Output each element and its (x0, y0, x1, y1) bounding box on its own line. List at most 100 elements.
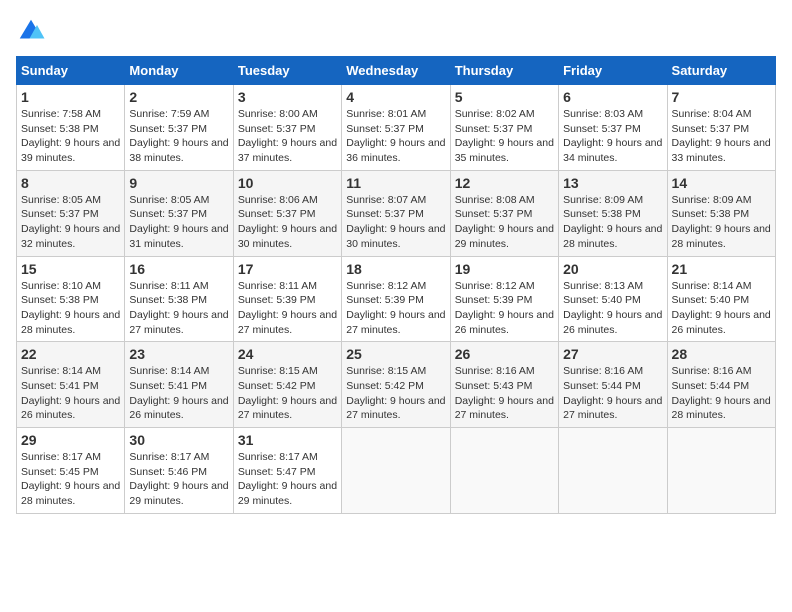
calendar-cell: 27 Sunrise: 8:16 AM Sunset: 5:44 PM Dayl… (559, 342, 667, 428)
day-number: 7 (672, 89, 771, 105)
logo (16, 16, 50, 46)
calendar-cell (559, 428, 667, 514)
column-header-wednesday: Wednesday (342, 57, 450, 85)
calendar-cell: 24 Sunrise: 8:15 AM Sunset: 5:42 PM Dayl… (233, 342, 341, 428)
day-number: 13 (563, 175, 662, 191)
calendar-cell: 11 Sunrise: 8:07 AM Sunset: 5:37 PM Dayl… (342, 170, 450, 256)
day-number: 14 (672, 175, 771, 191)
calendar-cell: 2 Sunrise: 7:59 AM Sunset: 5:37 PM Dayli… (125, 85, 233, 171)
calendar-cell: 28 Sunrise: 8:16 AM Sunset: 5:44 PM Dayl… (667, 342, 775, 428)
calendar: SundayMondayTuesdayWednesdayThursdayFrid… (16, 56, 776, 514)
day-number: 16 (129, 261, 228, 277)
calendar-cell: 19 Sunrise: 8:12 AM Sunset: 5:39 PM Dayl… (450, 256, 558, 342)
calendar-cell: 1 Sunrise: 7:58 AM Sunset: 5:38 PM Dayli… (17, 85, 125, 171)
day-info: Sunrise: 8:04 AM Sunset: 5:37 PM Dayligh… (672, 107, 771, 166)
day-info: Sunrise: 8:09 AM Sunset: 5:38 PM Dayligh… (672, 193, 771, 252)
day-number: 18 (346, 261, 445, 277)
day-info: Sunrise: 8:11 AM Sunset: 5:38 PM Dayligh… (129, 279, 228, 338)
calendar-cell: 25 Sunrise: 8:15 AM Sunset: 5:42 PM Dayl… (342, 342, 450, 428)
column-header-friday: Friday (559, 57, 667, 85)
day-info: Sunrise: 8:05 AM Sunset: 5:37 PM Dayligh… (21, 193, 120, 252)
day-number: 6 (563, 89, 662, 105)
calendar-cell: 23 Sunrise: 8:14 AM Sunset: 5:41 PM Dayl… (125, 342, 233, 428)
day-number: 26 (455, 346, 554, 362)
day-info: Sunrise: 8:05 AM Sunset: 5:37 PM Dayligh… (129, 193, 228, 252)
day-number: 3 (238, 89, 337, 105)
day-number: 5 (455, 89, 554, 105)
day-number: 24 (238, 346, 337, 362)
day-number: 31 (238, 432, 337, 448)
calendar-cell: 30 Sunrise: 8:17 AM Sunset: 5:46 PM Dayl… (125, 428, 233, 514)
day-info: Sunrise: 7:58 AM Sunset: 5:38 PM Dayligh… (21, 107, 120, 166)
day-number: 15 (21, 261, 120, 277)
day-number: 22 (21, 346, 120, 362)
column-header-tuesday: Tuesday (233, 57, 341, 85)
day-info: Sunrise: 8:15 AM Sunset: 5:42 PM Dayligh… (238, 364, 337, 423)
day-number: 30 (129, 432, 228, 448)
logo-icon (16, 16, 46, 46)
day-info: Sunrise: 8:02 AM Sunset: 5:37 PM Dayligh… (455, 107, 554, 166)
day-info: Sunrise: 8:06 AM Sunset: 5:37 PM Dayligh… (238, 193, 337, 252)
day-info: Sunrise: 8:14 AM Sunset: 5:41 PM Dayligh… (21, 364, 120, 423)
calendar-cell: 15 Sunrise: 8:10 AM Sunset: 5:38 PM Dayl… (17, 256, 125, 342)
calendar-cell: 10 Sunrise: 8:06 AM Sunset: 5:37 PM Dayl… (233, 170, 341, 256)
day-info: Sunrise: 8:11 AM Sunset: 5:39 PM Dayligh… (238, 279, 337, 338)
calendar-cell: 7 Sunrise: 8:04 AM Sunset: 5:37 PM Dayli… (667, 85, 775, 171)
calendar-cell: 14 Sunrise: 8:09 AM Sunset: 5:38 PM Dayl… (667, 170, 775, 256)
day-number: 28 (672, 346, 771, 362)
calendar-cell: 8 Sunrise: 8:05 AM Sunset: 5:37 PM Dayli… (17, 170, 125, 256)
calendar-cell: 31 Sunrise: 8:17 AM Sunset: 5:47 PM Dayl… (233, 428, 341, 514)
day-info: Sunrise: 8:16 AM Sunset: 5:44 PM Dayligh… (563, 364, 662, 423)
calendar-cell: 13 Sunrise: 8:09 AM Sunset: 5:38 PM Dayl… (559, 170, 667, 256)
day-info: Sunrise: 8:17 AM Sunset: 5:46 PM Dayligh… (129, 450, 228, 509)
calendar-cell: 3 Sunrise: 8:00 AM Sunset: 5:37 PM Dayli… (233, 85, 341, 171)
calendar-week-row: 29 Sunrise: 8:17 AM Sunset: 5:45 PM Dayl… (17, 428, 776, 514)
calendar-cell: 22 Sunrise: 8:14 AM Sunset: 5:41 PM Dayl… (17, 342, 125, 428)
calendar-cell: 4 Sunrise: 8:01 AM Sunset: 5:37 PM Dayli… (342, 85, 450, 171)
day-info: Sunrise: 8:01 AM Sunset: 5:37 PM Dayligh… (346, 107, 445, 166)
day-number: 19 (455, 261, 554, 277)
day-info: Sunrise: 7:59 AM Sunset: 5:37 PM Dayligh… (129, 107, 228, 166)
day-info: Sunrise: 8:12 AM Sunset: 5:39 PM Dayligh… (455, 279, 554, 338)
calendar-cell: 26 Sunrise: 8:16 AM Sunset: 5:43 PM Dayl… (450, 342, 558, 428)
day-number: 21 (672, 261, 771, 277)
day-info: Sunrise: 8:00 AM Sunset: 5:37 PM Dayligh… (238, 107, 337, 166)
column-header-sunday: Sunday (17, 57, 125, 85)
day-info: Sunrise: 8:15 AM Sunset: 5:42 PM Dayligh… (346, 364, 445, 423)
page-header (16, 16, 776, 46)
calendar-cell (667, 428, 775, 514)
calendar-week-row: 22 Sunrise: 8:14 AM Sunset: 5:41 PM Dayl… (17, 342, 776, 428)
day-info: Sunrise: 8:14 AM Sunset: 5:40 PM Dayligh… (672, 279, 771, 338)
day-number: 20 (563, 261, 662, 277)
day-number: 11 (346, 175, 445, 191)
day-number: 8 (21, 175, 120, 191)
day-info: Sunrise: 8:14 AM Sunset: 5:41 PM Dayligh… (129, 364, 228, 423)
day-info: Sunrise: 8:16 AM Sunset: 5:44 PM Dayligh… (672, 364, 771, 423)
calendar-cell: 20 Sunrise: 8:13 AM Sunset: 5:40 PM Dayl… (559, 256, 667, 342)
day-info: Sunrise: 8:16 AM Sunset: 5:43 PM Dayligh… (455, 364, 554, 423)
calendar-cell (342, 428, 450, 514)
day-number: 10 (238, 175, 337, 191)
column-header-saturday: Saturday (667, 57, 775, 85)
calendar-cell: 12 Sunrise: 8:08 AM Sunset: 5:37 PM Dayl… (450, 170, 558, 256)
calendar-week-row: 1 Sunrise: 7:58 AM Sunset: 5:38 PM Dayli… (17, 85, 776, 171)
calendar-cell: 18 Sunrise: 8:12 AM Sunset: 5:39 PM Dayl… (342, 256, 450, 342)
day-info: Sunrise: 8:17 AM Sunset: 5:47 PM Dayligh… (238, 450, 337, 509)
day-info: Sunrise: 8:10 AM Sunset: 5:38 PM Dayligh… (21, 279, 120, 338)
day-number: 2 (129, 89, 228, 105)
calendar-cell: 29 Sunrise: 8:17 AM Sunset: 5:45 PM Dayl… (17, 428, 125, 514)
calendar-cell: 6 Sunrise: 8:03 AM Sunset: 5:37 PM Dayli… (559, 85, 667, 171)
calendar-week-row: 15 Sunrise: 8:10 AM Sunset: 5:38 PM Dayl… (17, 256, 776, 342)
day-number: 29 (21, 432, 120, 448)
calendar-week-row: 8 Sunrise: 8:05 AM Sunset: 5:37 PM Dayli… (17, 170, 776, 256)
calendar-cell: 9 Sunrise: 8:05 AM Sunset: 5:37 PM Dayli… (125, 170, 233, 256)
calendar-cell: 16 Sunrise: 8:11 AM Sunset: 5:38 PM Dayl… (125, 256, 233, 342)
calendar-cell: 21 Sunrise: 8:14 AM Sunset: 5:40 PM Dayl… (667, 256, 775, 342)
calendar-cell: 5 Sunrise: 8:02 AM Sunset: 5:37 PM Dayli… (450, 85, 558, 171)
calendar-cell (450, 428, 558, 514)
day-number: 12 (455, 175, 554, 191)
day-info: Sunrise: 8:12 AM Sunset: 5:39 PM Dayligh… (346, 279, 445, 338)
day-info: Sunrise: 8:13 AM Sunset: 5:40 PM Dayligh… (563, 279, 662, 338)
day-info: Sunrise: 8:17 AM Sunset: 5:45 PM Dayligh… (21, 450, 120, 509)
calendar-cell: 17 Sunrise: 8:11 AM Sunset: 5:39 PM Dayl… (233, 256, 341, 342)
